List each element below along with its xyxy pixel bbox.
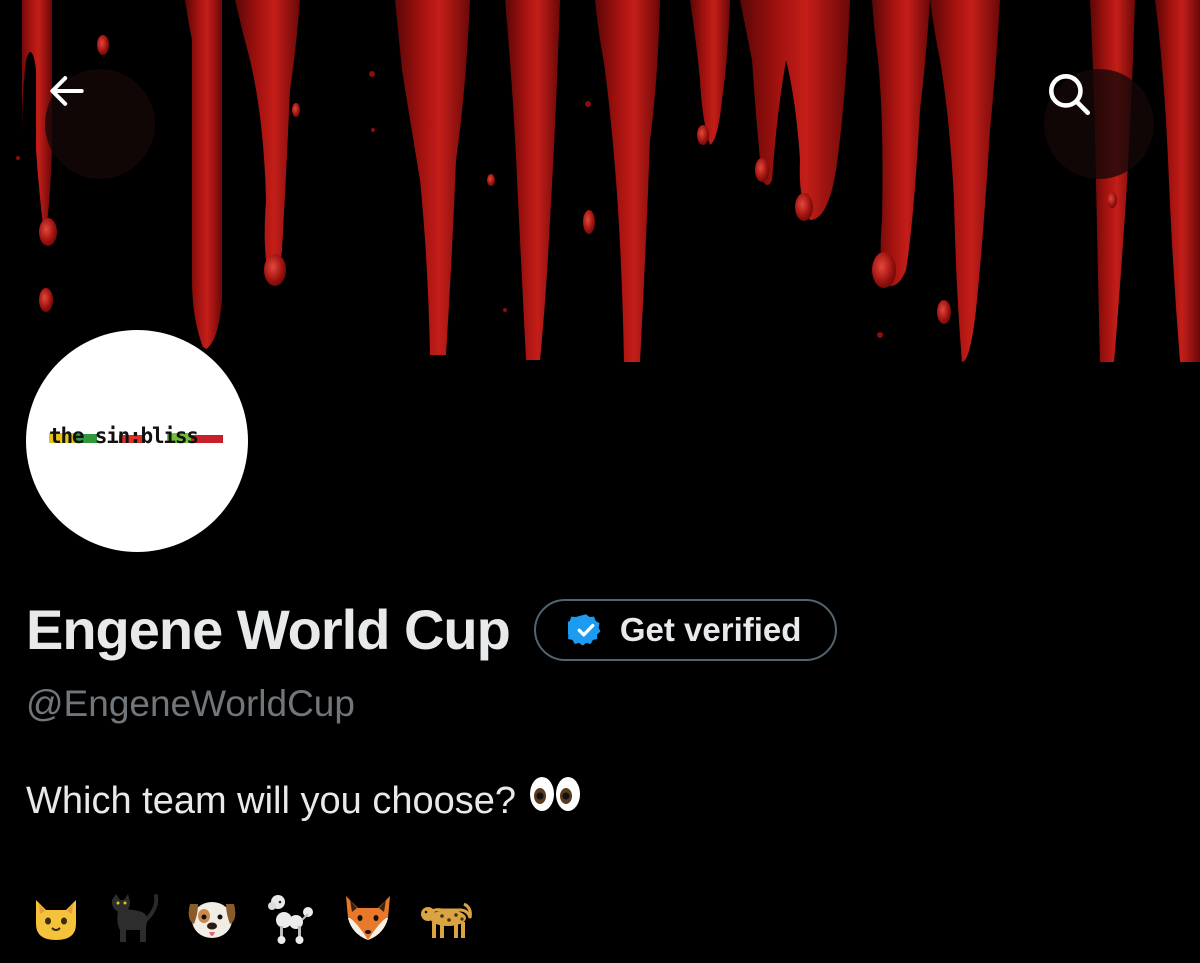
logo-text: the sin:bliss [49,424,199,448]
team-emoji-row [28,890,474,946]
display-name: Engene World Cup [26,598,511,661]
get-verified-label: Get verified [619,611,802,648]
fox-face-emoji-icon [346,896,390,940]
get-verified-button[interactable]: Get verified [533,599,838,661]
back-button[interactable] [45,69,155,179]
verified-badge-icon [567,614,601,646]
profile-banner [0,0,1200,362]
poodle-emoji-icon [268,895,313,944]
leopard-emoji-icon [421,902,472,938]
profile-bio: Which team will you choose? [26,774,584,827]
avatar-image: the sin:bliss [26,330,248,552]
black-cat-emoji-icon [112,894,159,942]
dog-face-emoji-icon [188,902,236,938]
profile-avatar[interactable]: the sin:bliss [22,326,252,556]
eyes-emoji-icon [528,774,584,827]
arrow-left-icon [50,76,84,106]
search-button[interactable] [1044,69,1154,179]
profile-handle: @EngeneWorldCup [26,683,355,724]
bio-text: Which team will you choose? [26,779,516,822]
cat-face-emoji-icon [36,900,76,940]
search-icon [1049,74,1091,116]
banner-image [0,0,1200,362]
profile-name-row: Engene World Cup Get verified [26,594,838,666]
brand-logo: the sin:bliss [49,423,225,453]
